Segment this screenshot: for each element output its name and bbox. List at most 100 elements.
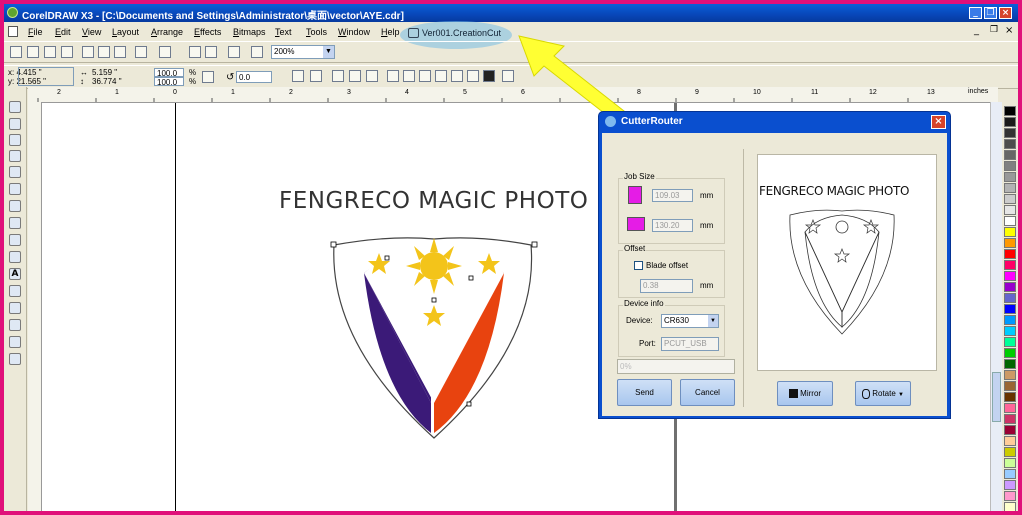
welcome-icon[interactable] [251,46,263,58]
scale-x-input[interactable]: 100.0 [154,68,184,77]
color-swatch[interactable] [1004,447,1016,457]
freehand-tool-icon[interactable] [9,166,21,178]
open-icon[interactable] [27,46,39,58]
pick-tool-icon[interactable] [9,101,21,113]
text-tool-icon[interactable]: A [9,268,21,280]
app-launcher-icon[interactable] [228,46,240,58]
import-icon[interactable] [189,46,201,58]
menu-file[interactable]: File [28,27,43,37]
color-swatch[interactable] [1004,381,1016,391]
width-field[interactable]: 130.20 [652,219,693,232]
lock-ratio-icon[interactable] [202,71,214,83]
color-swatch[interactable] [1004,150,1016,160]
color-swatch[interactable] [1004,128,1016,138]
create-boundary-icon[interactable] [483,70,495,82]
close-button[interactable]: × [999,7,1012,19]
mirror-button[interactable]: Mirror [777,381,833,406]
color-swatch[interactable] [1004,491,1016,501]
scrollbar-thumb[interactable] [992,372,1001,422]
color-swatch[interactable] [1004,458,1016,468]
doc-restore-button[interactable]: ❐ [990,25,998,35]
basic-shapes-tool-icon[interactable] [9,251,21,263]
zoom-select[interactable]: 200% ▼ [271,45,335,59]
menu-text[interactable]: Text [275,27,292,37]
menu-arrange[interactable]: Arrange [151,27,183,37]
color-swatch[interactable] [1004,161,1016,171]
color-swatch[interactable] [1004,260,1016,270]
document-icon[interactable] [8,26,18,37]
mirror-vertical-icon[interactable] [310,70,322,82]
vertical-ruler[interactable] [28,102,42,511]
cancel-button[interactable]: Cancel [680,379,735,406]
interactive-blend-tool-icon[interactable] [9,285,21,297]
shape-tool-icon[interactable] [9,118,21,130]
cut-icon[interactable] [82,46,94,58]
menu-effects[interactable]: Effects [194,27,221,37]
color-swatch[interactable] [1004,403,1016,413]
chevron-down-icon[interactable]: ▼ [708,315,718,327]
color-swatch[interactable] [1004,480,1016,490]
undo-icon[interactable] [135,46,147,58]
color-palette[interactable] [1002,102,1018,511]
color-swatch[interactable] [1004,106,1016,116]
rotate-button[interactable]: Rotate ▼ [855,381,911,406]
fill-tool-icon[interactable] [9,336,21,348]
color-swatch[interactable] [1004,216,1016,226]
weld-icon[interactable] [387,70,399,82]
menu-bitmaps[interactable]: Bitmaps [233,27,266,37]
rotation-angle-input[interactable]: 0.0 [236,71,272,83]
color-swatch[interactable] [1004,348,1016,358]
polygon-tool-icon[interactable] [9,234,21,246]
object-height[interactable]: 36.774 " [92,77,122,86]
doc-minimize-button[interactable]: _ [974,25,979,36]
height-field[interactable]: 109.03 [652,189,693,202]
creationcut-menu[interactable]: Ver001.CreationCut [422,28,501,38]
mirror-horizontal-icon[interactable] [292,70,304,82]
color-swatch[interactable] [1004,117,1016,127]
doc-close-button[interactable]: × [1005,25,1013,36]
color-swatch[interactable] [1004,436,1016,446]
menu-view[interactable]: View [82,27,101,37]
menu-tools[interactable]: Tools [306,27,327,37]
intersect-icon[interactable] [419,70,431,82]
chevron-down-icon[interactable]: ▼ [323,46,334,58]
zoom-tool-icon[interactable] [9,150,21,162]
shield-graphic[interactable] [329,233,539,443]
trim-icon[interactable] [403,70,415,82]
canvas-headline-text[interactable]: FENGRECO MAGIC PHOTO [279,188,588,214]
object-width[interactable]: 5.159 " [92,68,117,77]
menu-edit[interactable]: Edit [55,27,71,37]
crop-tool-icon[interactable] [9,134,21,146]
color-swatch[interactable] [1004,205,1016,215]
color-swatch[interactable] [1004,238,1016,248]
port-select[interactable]: PCUT_USB [661,337,719,351]
menu-help[interactable]: Help [381,27,400,37]
device-select[interactable]: CR630 ▼ [661,314,719,328]
color-swatch[interactable] [1004,304,1016,314]
color-swatch[interactable] [1004,249,1016,259]
dialog-close-button[interactable]: × [931,115,946,129]
ungroup-all-icon[interactable] [366,70,378,82]
blade-offset-checkbox[interactable] [634,261,643,270]
menu-window[interactable]: Window [338,27,370,37]
export-icon[interactable] [205,46,217,58]
back-minus-front-icon[interactable] [467,70,479,82]
plugin-icon[interactable] [408,28,419,38]
position-fields[interactable] [18,67,74,86]
eyedropper-tool-icon[interactable] [9,302,21,314]
color-swatch[interactable] [1004,469,1016,479]
outline-tool-icon[interactable] [9,319,21,331]
color-swatch[interactable] [1004,337,1016,347]
send-button[interactable]: Send [617,379,672,406]
interactive-fill-tool-icon[interactable] [9,353,21,365]
color-swatch[interactable] [1004,183,1016,193]
ungroup-icon[interactable] [349,70,361,82]
menu-layout[interactable]: Layout [112,27,139,37]
color-swatch[interactable] [1004,414,1016,424]
simplify-icon[interactable] [435,70,447,82]
ellipse-tool-icon[interactable] [9,217,21,229]
color-swatch[interactable] [1004,282,1016,292]
save-icon[interactable] [44,46,56,58]
color-swatch[interactable] [1004,271,1016,281]
redo-icon[interactable] [159,46,171,58]
